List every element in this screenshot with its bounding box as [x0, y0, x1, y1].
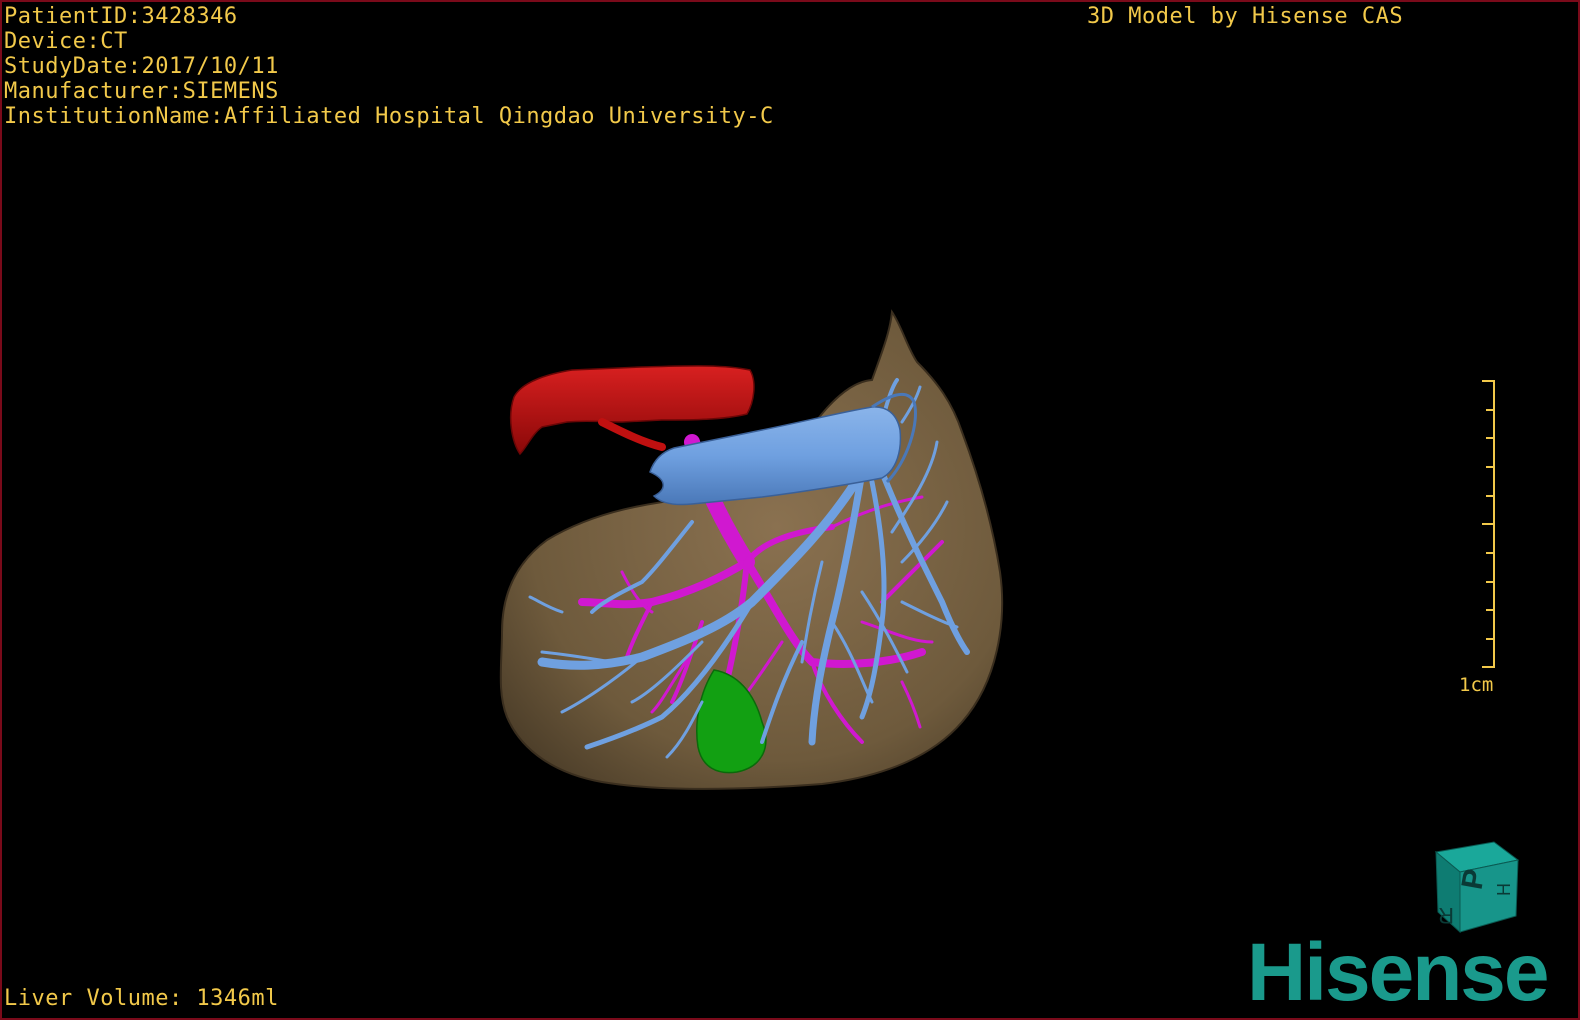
hisense-logo: Hisense: [1247, 927, 1550, 1018]
patient-id: PatientID:3428346: [4, 4, 238, 29]
scale-bar-label: 1cm: [1459, 674, 1494, 696]
scale-bar: [1482, 380, 1495, 668]
orientation-cube-icon[interactable]: P R H: [1434, 840, 1524, 936]
institution-name: InstitutionName:Affiliated Hospital Qing…: [4, 104, 774, 129]
viewer-canvas[interactable]: PatientID:3428346 Device:CT StudyDate:20…: [0, 0, 1580, 1020]
cube-side-letter-h: H: [1494, 883, 1514, 896]
device: Device:CT: [4, 29, 128, 54]
manufacturer: Manufacturer:SIEMENS: [4, 79, 279, 104]
study-date: StudyDate:2017/10/11: [4, 54, 279, 79]
model-caption: 3D Model by Hisense CAS: [1087, 4, 1404, 29]
liver-volume: Liver Volume: 1346ml: [4, 986, 279, 1011]
patient-info-overlay: PatientID:3428346 Device:CT StudyDate:20…: [4, 4, 774, 129]
cube-side-letter-r: R: [1438, 903, 1454, 928]
artery-branch: [598, 418, 666, 451]
liver-3d-model[interactable]: [2, 2, 1578, 1018]
